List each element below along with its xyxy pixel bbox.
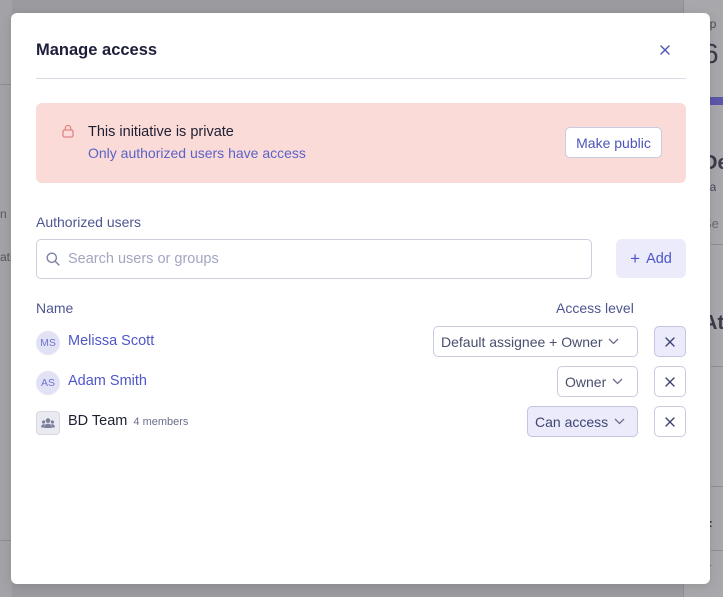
search-icon <box>46 252 60 271</box>
user-name-link[interactable]: Adam Smith <box>68 373 147 389</box>
close-icon <box>660 45 670 55</box>
background-divider <box>711 550 723 551</box>
background-text: n <box>0 207 7 221</box>
plus-icon: + <box>630 248 641 268</box>
make-public-button[interactable]: Make public <box>565 127 662 158</box>
close-icon <box>665 336 675 347</box>
column-header-name: Name <box>36 300 74 316</box>
add-user-button[interactable]: + Add <box>616 239 686 278</box>
group-row: BD Team 4 members Can access <box>36 406 686 438</box>
authorized-users-label: Authorized users <box>36 214 142 230</box>
remove-group-button[interactable] <box>654 406 686 437</box>
remove-user-button[interactable] <box>654 366 686 397</box>
column-header-access-level: Access level <box>556 300 634 316</box>
chevron-down-icon <box>609 338 619 345</box>
access-level-select[interactable]: Default assignee + Owner <box>433 326 638 357</box>
close-button[interactable] <box>656 41 674 59</box>
dialog-header: Manage access <box>36 39 686 79</box>
avatar: MS <box>36 331 60 355</box>
background-progress-bar <box>710 97 723 105</box>
user-row: AS Adam Smith Owner <box>36 366 686 398</box>
access-level-select[interactable]: Can access <box>527 406 638 437</box>
banner-title: This initiative is private <box>88 124 234 140</box>
access-level-select[interactable]: Owner <box>557 366 638 397</box>
access-level-value: Can access <box>535 413 609 430</box>
close-icon <box>665 416 675 427</box>
background-divider <box>711 244 723 245</box>
background-divider <box>711 366 723 367</box>
private-banner: This initiative is private Only authoriz… <box>36 103 686 183</box>
search-field <box>36 239 592 279</box>
banner-subtitle: Only authorized users have access <box>88 145 306 161</box>
group-name-label: BD Team <box>68 413 128 429</box>
access-level-value: Owner <box>565 373 607 390</box>
avatar: AS <box>36 371 60 395</box>
group-icon <box>36 411 60 435</box>
remove-user-button[interactable] <box>654 326 686 357</box>
close-icon <box>665 376 675 387</box>
access-level-value: Default assignee + Owner <box>441 333 603 350</box>
chevron-down-icon <box>612 378 623 385</box>
user-row: MS Melissa Scott Default assignee + Owne… <box>36 326 686 358</box>
lock-icon <box>62 124 74 143</box>
chevron-down-icon <box>614 418 625 425</box>
user-name-link[interactable]: Melissa Scott <box>68 333 154 349</box>
add-button-label: Add <box>646 250 672 267</box>
search-input[interactable] <box>68 240 583 278</box>
dialog-title: Manage access <box>36 41 158 59</box>
manage-access-dialog: Manage access This initiative is private… <box>11 13 710 584</box>
group-name: BD Team 4 members <box>68 413 188 429</box>
background-divider <box>711 486 723 487</box>
group-member-count: 4 members <box>133 416 189 428</box>
